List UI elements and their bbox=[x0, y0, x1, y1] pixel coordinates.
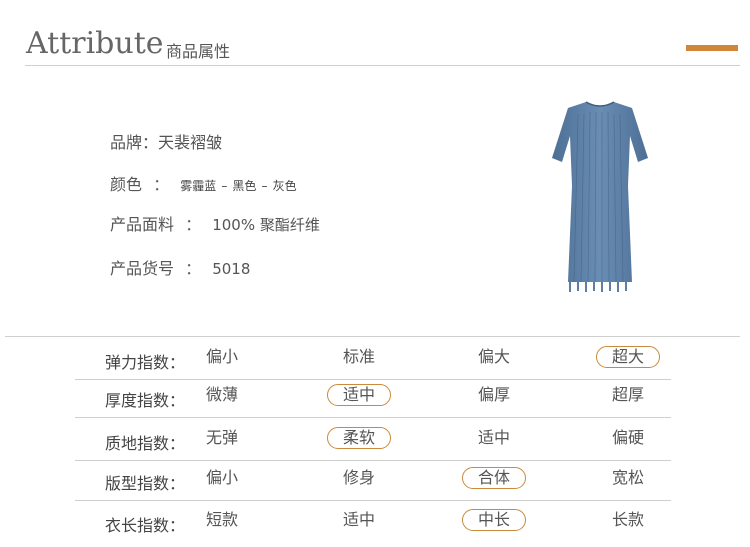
index-option-selected: 中长 bbox=[462, 509, 526, 531]
attribute-fabric-sep: ： bbox=[185, 215, 202, 234]
attribute-color-label: 颜色 bbox=[110, 175, 143, 194]
row-divider bbox=[75, 500, 671, 501]
attribute-fabric-value: 100% 聚酯纤维 bbox=[212, 216, 320, 234]
index-option-selected: 超大 bbox=[596, 346, 660, 368]
index-option-selected: 合体 bbox=[462, 467, 526, 489]
attribute-fabric: 产品面料 ： 100% 聚酯纤维 bbox=[110, 211, 320, 235]
row-divider bbox=[75, 417, 671, 418]
attribute-fabric-label: 产品面料 bbox=[110, 215, 175, 234]
section-divider bbox=[5, 336, 740, 337]
index-option: 偏厚 bbox=[477, 385, 510, 404]
attribute-sku-value: 5018 bbox=[212, 260, 251, 278]
index-option: 超厚 bbox=[611, 385, 644, 404]
index-row: 衣长指数： 短款 适中 中长 长款 bbox=[75, 502, 671, 543]
index-option: 短款 bbox=[205, 510, 238, 529]
index-option: 修身 bbox=[342, 468, 375, 487]
index-option: 适中 bbox=[477, 428, 510, 447]
section-title-cn: 商品属性 bbox=[166, 42, 231, 61]
attribute-brand: 品牌：天裴褶皱 bbox=[110, 129, 222, 153]
index-row: 弹力指数： 偏小 标准 偏大 超大 bbox=[75, 339, 671, 380]
attribute-color-sep: ： bbox=[153, 175, 170, 194]
index-option: 长款 bbox=[611, 510, 644, 529]
index-option: 宽松 bbox=[611, 468, 644, 487]
attribute-sku-sep: ： bbox=[185, 259, 202, 278]
attribute-sku: 产品货号 ： 5018 bbox=[110, 255, 250, 279]
dress-photo bbox=[552, 101, 648, 292]
index-option: 适中 bbox=[342, 510, 375, 529]
index-row: 版型指数： 偏小 修身 合体 宽松 bbox=[75, 460, 671, 501]
attribute-color-dash: – bbox=[221, 179, 228, 193]
index-row-label: 质地指数： bbox=[105, 434, 186, 453]
attribute-color-dash: – bbox=[261, 179, 268, 193]
index-row-label: 厚度指数： bbox=[105, 391, 186, 410]
accent-bar bbox=[686, 45, 738, 51]
index-option: 偏大 bbox=[477, 347, 510, 366]
index-option: 偏小 bbox=[205, 468, 238, 487]
attribute-color: 颜色 ： 雾霾蓝 – 黑色 – 灰色 bbox=[110, 171, 297, 195]
index-option: 无弹 bbox=[205, 428, 238, 447]
index-option: 微薄 bbox=[205, 385, 238, 404]
attribute-color-value-2: 黑色 bbox=[232, 179, 257, 193]
index-row: 质地指数： 无弹 柔软 适中 偏硬 bbox=[75, 420, 671, 461]
index-option-selected: 柔软 bbox=[327, 427, 391, 449]
attribute-color-value-1: 雾霾蓝 bbox=[180, 179, 217, 193]
attribute-brand-label: 品牌： bbox=[110, 133, 159, 152]
index-row: 厚度指数： 微薄 适中 偏厚 超厚 bbox=[75, 377, 671, 418]
attribute-color-value-3: 灰色 bbox=[272, 179, 297, 193]
index-row-label: 衣长指数： bbox=[105, 516, 186, 535]
section-header: Attribute 商品属性 bbox=[0, 0, 750, 66]
index-option: 偏小 bbox=[205, 347, 238, 366]
index-row-label: 版型指数： bbox=[105, 474, 186, 493]
index-option-selected: 适中 bbox=[327, 384, 391, 406]
index-option: 偏硬 bbox=[611, 428, 644, 447]
index-option: 标准 bbox=[342, 347, 375, 366]
attribute-brand-value: 天裴褶皱 bbox=[158, 133, 223, 152]
header-divider bbox=[25, 65, 740, 66]
index-row-label: 弹力指数： bbox=[105, 353, 186, 372]
attribute-sku-label: 产品货号 bbox=[110, 259, 175, 278]
section-title-en: Attribute bbox=[26, 26, 164, 61]
